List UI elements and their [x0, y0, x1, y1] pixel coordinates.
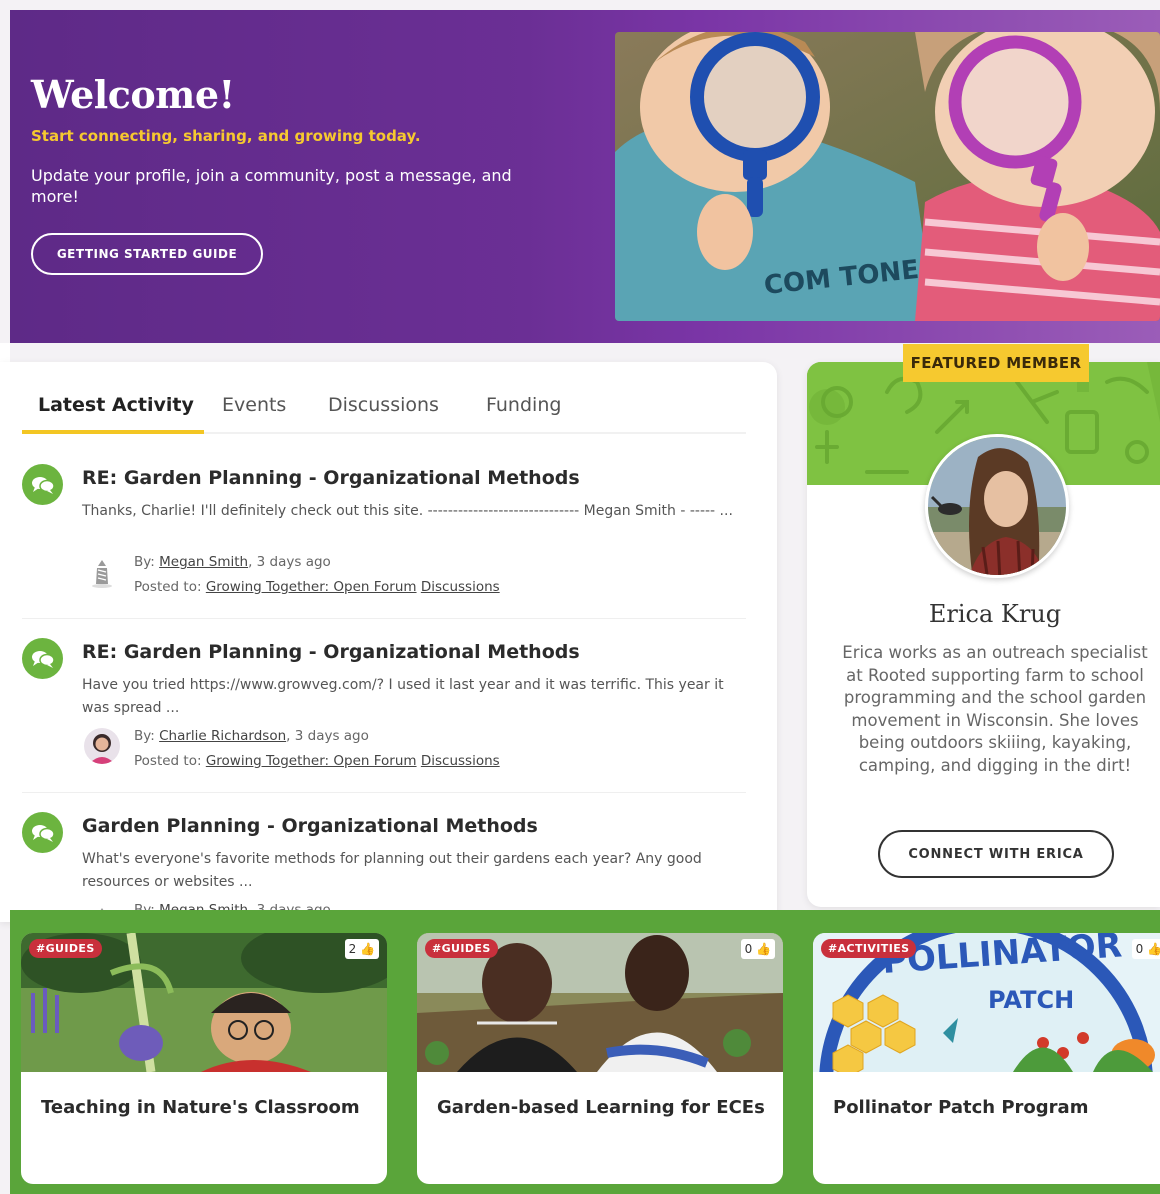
divider: [22, 792, 746, 793]
member-avatar-photo[interactable]: [925, 434, 1069, 578]
activity-excerpt: Thanks, Charlie! I'll definitely check o…: [82, 503, 733, 519]
activity-panel: Latest Activity Events Discussions Fundi…: [0, 362, 777, 922]
card-likes[interactable]: 0 👍: [740, 939, 775, 959]
activity-excerpt: Have you tried https://www.growveg.com/?…: [82, 677, 724, 716]
hero-title: Welcome!: [31, 72, 235, 117]
section-link[interactable]: Discussions: [421, 753, 500, 769]
tab-events[interactable]: Events: [222, 394, 286, 416]
resource-card[interactable]: #GUIDES 2 👍 Teaching in Nature's Classro…: [21, 933, 387, 1184]
patch-text: PATCH: [988, 986, 1074, 1014]
activity-excerpt: What's everyone's favorite methods for p…: [82, 851, 702, 890]
hero-photo-kids-magnifiers: COM TONE: [615, 32, 1160, 321]
member-bio: Erica works as an outreach specialist at…: [842, 643, 1148, 775]
resource-cards-strip: #GUIDES 2 👍 Teaching in Nature's Classro…: [10, 910, 1160, 1194]
connect-with-member-button[interactable]: CONNECT WITH ERICA: [878, 830, 1114, 878]
activity-title-link[interactable]: Garden Planning - Organizational Methods: [82, 815, 538, 837]
resource-card[interactable]: POLLINATOR PATCH #ACTIVITIES 0 👍 Pollina…: [813, 933, 1160, 1184]
tab-discussions[interactable]: Discussions: [328, 394, 439, 416]
community-link[interactable]: Growing Together: Open Forum: [206, 753, 417, 769]
author-link[interactable]: Megan Smith: [159, 554, 248, 570]
post-time: , 3 days ago: [248, 554, 331, 570]
card-tag[interactable]: #GUIDES: [29, 939, 102, 958]
posted-to-label: Posted to:: [134, 753, 202, 769]
tab-latest-activity[interactable]: Latest Activity: [38, 394, 194, 416]
card-tag[interactable]: #ACTIVITIES: [821, 939, 917, 958]
card-tag[interactable]: #GUIDES: [425, 939, 498, 958]
hero-description: Update your profile, join a community, p…: [31, 166, 512, 206]
discussion-bubbles-icon: [22, 638, 63, 679]
activity-title-link[interactable]: RE: Garden Planning - Organizational Met…: [82, 467, 580, 489]
tab-funding[interactable]: Funding: [486, 394, 561, 416]
activity-tabs: Latest Activity Events Discussions Fundi…: [22, 386, 746, 434]
card-title[interactable]: Pollinator Patch Program: [833, 1093, 1160, 1123]
activity-byline: By: Megan Smith, 3 days ago: [134, 554, 331, 570]
discussion-bubbles-icon: [22, 812, 63, 853]
divider: [22, 618, 746, 619]
post-time: , 3 days ago: [286, 728, 369, 744]
card-likes[interactable]: 2 👍: [344, 939, 379, 959]
activity-title-link[interactable]: RE: Garden Planning - Organizational Met…: [82, 641, 580, 663]
thumbs-up-icon: 👍: [1147, 942, 1160, 956]
community-link[interactable]: Growing Together: Open Forum: [206, 579, 417, 595]
avatar[interactable]: [84, 554, 120, 590]
hero-subtitle: Start connecting, sharing, and growing t…: [31, 127, 421, 145]
discussion-bubbles-icon: [22, 464, 63, 505]
member-name: Erica Krug: [928, 600, 1062, 628]
featured-member-card: Erica Krug Erica works as an outreach sp…: [807, 362, 1160, 907]
activity-byline: By: Charlie Richardson, 3 days ago: [134, 728, 369, 744]
avatar[interactable]: [84, 728, 120, 764]
by-label: By:: [134, 554, 155, 570]
card-title[interactable]: Teaching in Nature's Classroom: [41, 1093, 371, 1123]
active-tab-indicator: [22, 430, 204, 434]
getting-started-guide-button[interactable]: GETTING STARTED GUIDE: [31, 233, 263, 275]
section-link[interactable]: Discussions: [421, 579, 500, 595]
author-link[interactable]: Charlie Richardson: [159, 728, 286, 744]
card-title[interactable]: Garden-based Learning for ECEs: [437, 1093, 767, 1123]
activity-posted-to: Posted to: Growing Together: Open Forum …: [134, 753, 500, 769]
welcome-hero: Welcome! Start connecting, sharing, and …: [10, 10, 1160, 343]
by-label: By:: [134, 728, 155, 744]
posted-to-label: Posted to:: [134, 579, 202, 595]
activity-posted-to: Posted to: Growing Together: Open Forum …: [134, 579, 500, 595]
thumbs-up-icon: 👍: [752, 942, 771, 956]
thumbs-up-icon: 👍: [356, 942, 375, 956]
resource-card[interactable]: #GUIDES 0 👍 Garden-based Learning for EC…: [417, 933, 783, 1184]
featured-member-badge: FEATURED MEMBER: [903, 344, 1089, 382]
card-likes[interactable]: 0 👍: [1131, 939, 1160, 959]
